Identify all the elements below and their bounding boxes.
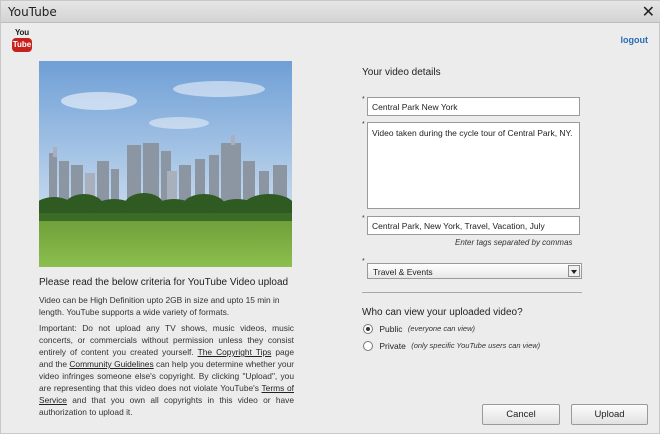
upload-dialog: YouTube ✕ You Tube logout Please read th… [0,0,660,434]
window-title: YouTube [8,5,57,19]
upload-button[interactable]: Upload [571,404,648,425]
category-selected-value: Travel & Events [373,267,433,277]
criteria-heading: Please read the below criteria for YouTu… [39,277,289,288]
required-mark-description: * [362,121,365,128]
private-note: (only specific YouTube users can view) [411,341,541,351]
cancel-button[interactable]: Cancel [482,404,560,425]
public-radio[interactable] [363,323,373,334]
privacy-option-private[interactable]: Private (only specific YouTube users can… [363,340,540,351]
video-details-heading: Your video details [362,67,441,78]
copyright-text-d: and that you own all copyrights in this … [39,395,295,417]
private-radio[interactable] [363,340,373,351]
community-guidelines-link[interactable]: Community Guidelines [69,359,153,369]
section-divider [362,292,582,293]
required-mark-category: * [362,258,365,265]
logout-link[interactable]: logout [621,35,649,45]
criteria-size-text: Video can be High Definition upto 2GB in… [39,295,280,317]
privacy-option-public[interactable]: Public (everyone can view) [363,323,475,334]
title-bar: YouTube ✕ [1,1,660,23]
video-title-input[interactable]: Central Park New York [367,97,580,116]
tags-hint-text: Enter tags separated by commas [455,238,573,247]
criteria-copyright-text: Important: Do not upload any TV shows, m… [39,322,294,418]
logo-tube-text: Tube [12,38,32,52]
chevron-down-icon[interactable] [568,265,580,277]
video-description-textarea[interactable]: Video taken during the cycle tour of Cen… [367,122,580,209]
category-select[interactable]: Travel & Events [367,263,582,279]
copyright-tips-link[interactable]: The Copyright Tips [198,347,272,357]
public-note: (everyone can view) [407,324,476,334]
close-icon[interactable]: ✕ [642,2,655,21]
youtube-logo: You Tube [12,28,34,54]
video-tags-input[interactable]: Central Park, New York, Travel, Vacation… [367,216,580,235]
required-mark-tags: * [362,215,365,222]
privacy-heading: Who can view your uploaded video? [362,307,523,318]
private-label: Private [379,340,406,351]
public-label: Public [379,323,403,334]
logo-you-text: You [15,28,29,37]
video-thumbnail [39,61,292,267]
required-mark-title: * [362,96,365,103]
